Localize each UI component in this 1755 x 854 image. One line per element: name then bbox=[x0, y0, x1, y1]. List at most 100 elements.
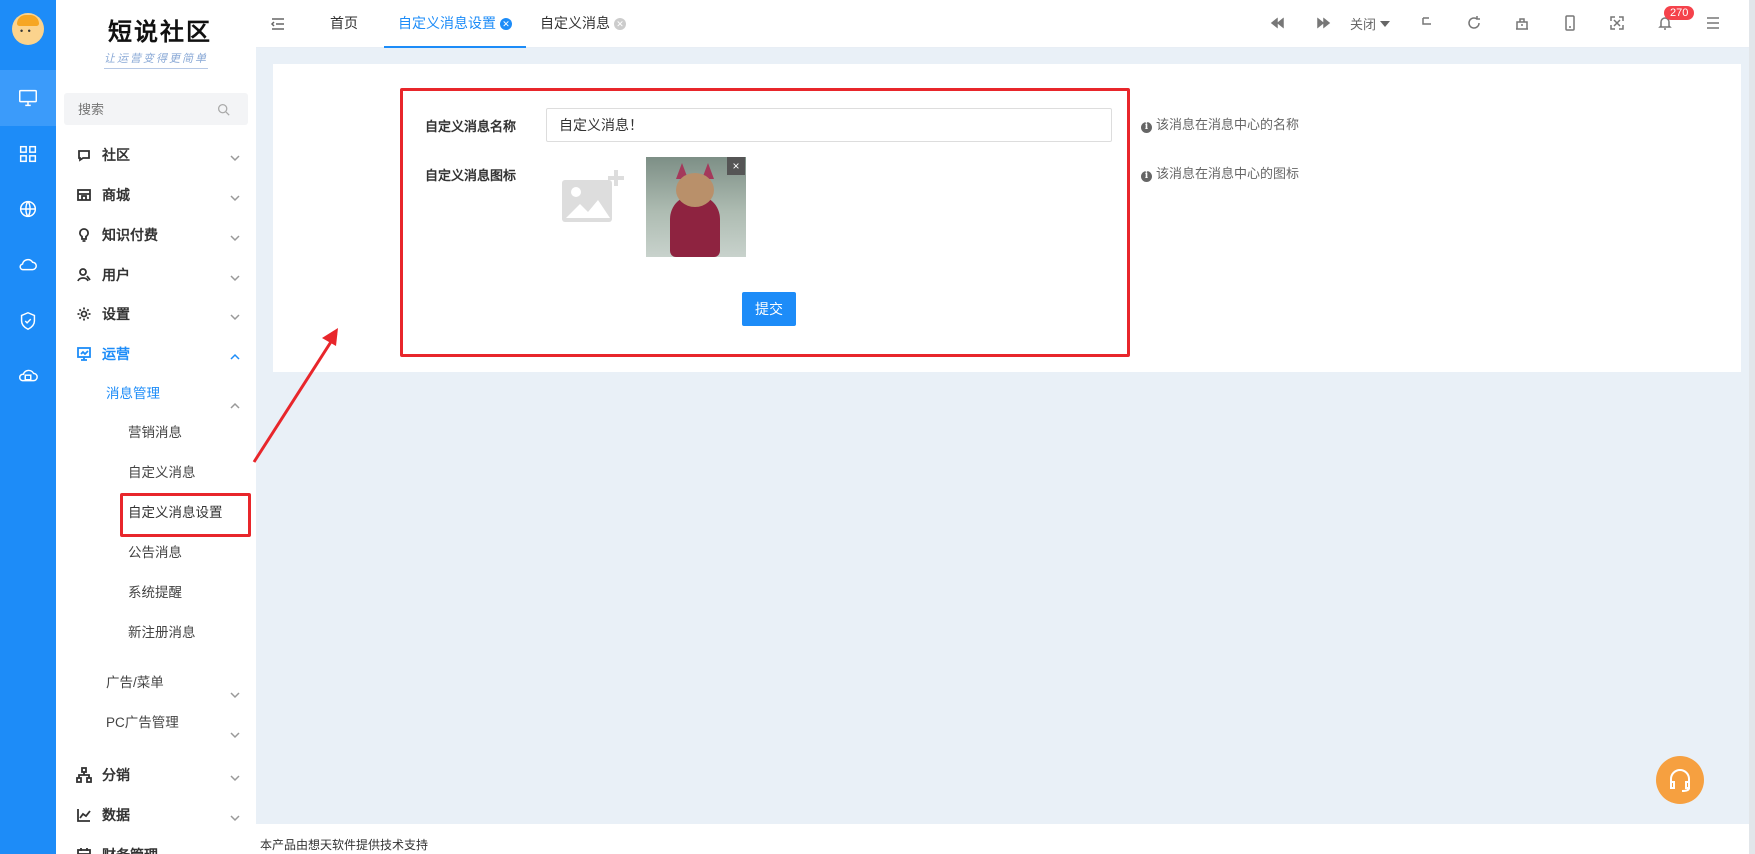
tab-custom-message-settings[interactable]: 自定义消息设置 ✕ bbox=[384, 0, 526, 48]
sidebar-item-label: 商城 bbox=[102, 187, 130, 203]
sidebar-item-settings[interactable]: 设置 bbox=[56, 296, 256, 332]
sidebar-item-knowledge-pay[interactable]: 知识付费 bbox=[56, 217, 256, 253]
chevron-down-icon bbox=[230, 309, 240, 321]
info-icon: i bbox=[1141, 171, 1152, 182]
cloud-icon[interactable] bbox=[0, 237, 56, 293]
user-icon bbox=[76, 267, 92, 283]
sidebar-item-label: 自定义消息 bbox=[128, 465, 196, 480]
tab-custom-message[interactable]: 自定义消息 ✕ bbox=[540, 0, 626, 48]
chevron-up-icon bbox=[230, 389, 240, 409]
sidebar-item-operations[interactable]: 运营 bbox=[56, 336, 256, 372]
sidebar-item-announcement[interactable]: 公告消息 bbox=[56, 535, 256, 571]
shield-icon[interactable] bbox=[0, 293, 56, 349]
bulb-icon bbox=[76, 227, 92, 243]
icon-hint: i 该消息在消息中心的图标 bbox=[1141, 163, 1299, 182]
chevron-down-icon bbox=[230, 718, 240, 739]
sidebar-highlight-frame bbox=[120, 493, 251, 537]
menu-fold-icon[interactable] bbox=[270, 16, 286, 32]
logo-subtitle: 让运营变得更简单 bbox=[104, 50, 208, 69]
headset-icon bbox=[1670, 769, 1690, 792]
rewind-icon[interactable] bbox=[1269, 15, 1287, 33]
sidebar-item-label: 运营 bbox=[102, 346, 130, 362]
sidebar-item-label: PC广告管理 bbox=[106, 715, 179, 730]
refresh-icon[interactable] bbox=[1466, 15, 1484, 33]
chevron-down-icon bbox=[230, 678, 240, 699]
search-input[interactable] bbox=[64, 93, 204, 125]
search-icon[interactable] bbox=[217, 103, 230, 116]
icon-label: 自定义消息图标 bbox=[425, 168, 517, 183]
sidebar-item-label: 公告消息 bbox=[128, 545, 182, 560]
tab-label: 自定义消息 bbox=[540, 15, 610, 31]
close-icon[interactable]: ✕ bbox=[614, 18, 626, 30]
chevron-down-icon bbox=[230, 150, 240, 162]
gear-icon bbox=[76, 306, 92, 322]
top-bar: 首页 自定义消息设置 ✕ 自定义消息 ✕ 关闭 270 bbox=[256, 0, 1755, 48]
sidebar-item-finance[interactable]: 财务管理 bbox=[56, 837, 256, 854]
remove-image-button[interactable]: × bbox=[727, 157, 745, 175]
cloud-server-icon[interactable] bbox=[0, 349, 56, 405]
network-icon bbox=[76, 767, 92, 783]
sidebar-item-system-reminder[interactable]: 系统提醒 bbox=[56, 575, 256, 611]
sidebar-item-label: 广告/菜单 bbox=[106, 675, 164, 690]
fullscreen-icon[interactable] bbox=[1609, 15, 1627, 33]
sidebar-item-label: 设置 bbox=[102, 306, 130, 322]
sidebar-item-label: 用户 bbox=[102, 267, 130, 283]
sidebar-item-ads-menu[interactable]: 广告/菜单 bbox=[56, 665, 256, 701]
chat-icon bbox=[76, 147, 92, 163]
chevron-down-icon bbox=[230, 810, 240, 822]
avatar[interactable] bbox=[12, 13, 44, 45]
sidebar-item-label: 知识付费 bbox=[102, 227, 158, 243]
sidebar-item-pc-ads[interactable]: PC广告管理 bbox=[56, 705, 256, 741]
home-icon[interactable] bbox=[1514, 15, 1532, 33]
grid-icon[interactable] bbox=[0, 126, 56, 182]
sidebar-item-label: 系统提醒 bbox=[128, 585, 182, 600]
sidebar-item-new-register-message[interactable]: 新注册消息 bbox=[56, 615, 256, 651]
info-icon: i bbox=[1141, 122, 1152, 133]
calendar-icon bbox=[76, 847, 92, 854]
side-menu: 短说社区 让运营变得更简单 社区 商城 知识付费 用户 设置 运营 消息管理 营… bbox=[56, 0, 256, 854]
sidebar-item-label: 数据 bbox=[102, 807, 130, 823]
sidebar-item-label: 新注册消息 bbox=[128, 625, 196, 640]
mobile-icon[interactable] bbox=[1562, 15, 1580, 33]
notification-badge: 270 bbox=[1664, 6, 1695, 20]
message-name-input[interactable] bbox=[546, 108, 1112, 142]
name-hint: i 该消息在消息中心的名称 bbox=[1141, 114, 1299, 133]
fast-forward-icon[interactable] bbox=[1316, 15, 1334, 33]
tab-home[interactable]: 首页 bbox=[330, 0, 358, 48]
chevron-down-icon bbox=[230, 270, 240, 282]
scrollbar[interactable] bbox=[1749, 0, 1755, 854]
sidebar-item-label: 营销消息 bbox=[128, 425, 182, 440]
sidebar-item-label: 消息管理 bbox=[106, 386, 160, 401]
close-icon[interactable]: ✕ bbox=[500, 18, 512, 30]
chevron-down-icon bbox=[230, 230, 240, 242]
sidebar-item-users[interactable]: 用户 bbox=[56, 257, 256, 293]
globe-icon[interactable] bbox=[0, 181, 56, 237]
icon-rail bbox=[0, 0, 56, 854]
image-upload-icon[interactable] bbox=[560, 168, 624, 226]
chart-icon bbox=[76, 807, 92, 823]
submit-button[interactable]: 提交 bbox=[742, 292, 796, 326]
sidebar-item-label: 社区 bbox=[102, 147, 130, 163]
chevron-up-icon bbox=[230, 349, 240, 360]
sidebar-item-custom-message[interactable]: 自定义消息 bbox=[56, 455, 256, 491]
sidebar-item-label: 分销 bbox=[102, 767, 130, 783]
presentation-icon bbox=[76, 346, 92, 362]
sidebar-item-distribution[interactable]: 分销 bbox=[56, 757, 256, 793]
store-icon bbox=[76, 187, 92, 203]
customer-service-button[interactable] bbox=[1656, 756, 1704, 804]
sidebar-item-store[interactable]: 商城 bbox=[56, 177, 256, 213]
close-tabs-dropdown[interactable]: 关闭 bbox=[1350, 14, 1390, 33]
sidebar-item-community[interactable]: 社区 bbox=[56, 137, 256, 173]
tab-label: 自定义消息设置 bbox=[398, 15, 496, 31]
sidebar-item-data[interactable]: 数据 bbox=[56, 797, 256, 833]
menu-icon[interactable] bbox=[1705, 15, 1723, 33]
chevron-down-icon bbox=[230, 770, 240, 782]
icon-hint-text: 该消息在消息中心的图标 bbox=[1156, 166, 1300, 181]
annotation-arrow bbox=[252, 328, 338, 463]
undo-icon[interactable] bbox=[1419, 15, 1437, 33]
sidebar-item-message-management[interactable]: 消息管理 bbox=[56, 376, 256, 412]
sidebar-item-marketing-message[interactable]: 营销消息 bbox=[56, 415, 256, 451]
name-label: 自定义消息名称 bbox=[425, 119, 517, 134]
monitor-icon[interactable] bbox=[0, 70, 56, 126]
chevron-down-icon bbox=[230, 190, 240, 202]
